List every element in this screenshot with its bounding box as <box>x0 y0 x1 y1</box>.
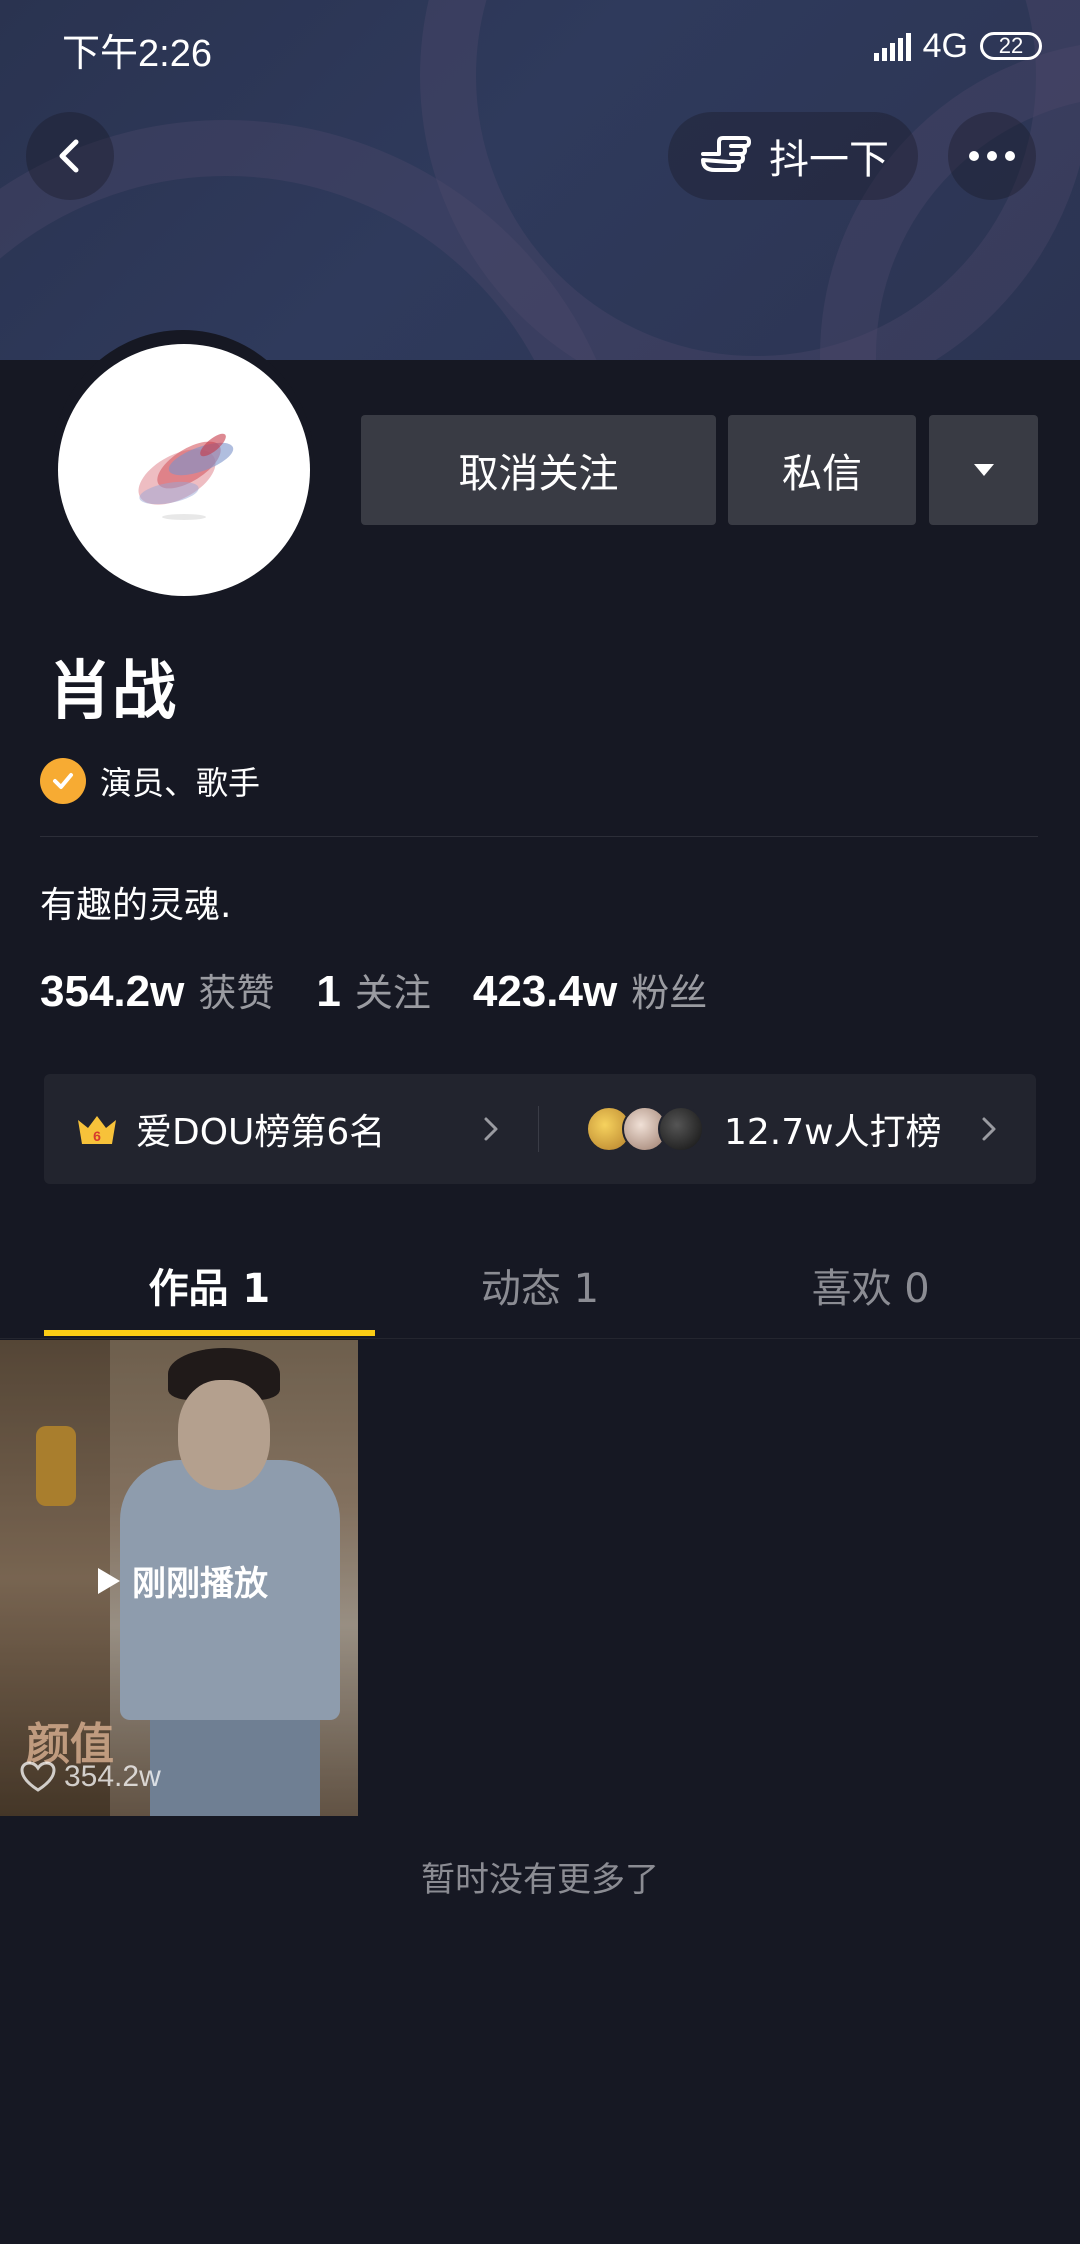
battery-level: 22 <box>998 33 1024 58</box>
message-button[interactable]: 私信 <box>728 415 916 525</box>
crown-icon: 6 <box>78 1116 116 1144</box>
video-likes-count: 354.2w <box>64 1760 161 1793</box>
rank-chevron-icon[interactable] <box>482 1074 500 1184</box>
back-button[interactable] <box>26 112 114 200</box>
following-count[interactable]: 1 <box>316 967 340 1017</box>
supporters-link[interactable]: 12.7w人打榜 <box>586 1074 942 1184</box>
network-type: 4G <box>922 26 968 65</box>
profile-name: 肖战 <box>48 655 176 729</box>
rank-text: 爱DOU榜第6名 <box>136 1112 386 1153</box>
tab-works[interactable]: 作品 1 <box>44 1230 375 1340</box>
unfollow-button[interactable]: 取消关注 <box>361 415 716 525</box>
shake-label: 抖一下 <box>769 137 889 183</box>
avatar[interactable] <box>58 344 310 596</box>
shake-button[interactable]: 抖一下 <box>668 112 918 200</box>
crown-rank-number: 6 <box>93 1128 101 1144</box>
avatar-artwork <box>138 433 234 520</box>
video-likes: 354.2w <box>20 1760 161 1794</box>
tab-moments[interactable]: 动态 1 <box>375 1230 706 1340</box>
no-more-text: 暂时没有更多了 <box>421 1860 659 1900</box>
supporters-text: 12.7w人打榜 <box>724 1112 942 1153</box>
hand-pointer-icon <box>701 136 751 172</box>
profile-page: 下午2:26 4G 22 抖一下 取消关注 私信 肖战 演员、歌手 有趣的灵魂.… <box>0 0 1080 2244</box>
heart-icon <box>20 1761 56 1792</box>
profile-stats: 354.2w 获赞 1 关注 423.4w 粉丝 <box>40 962 749 1017</box>
followers-label[interactable]: 粉丝 <box>631 962 707 1017</box>
followers-count[interactable]: 423.4w <box>473 967 617 1017</box>
triangle-down-icon <box>973 464 994 476</box>
battery-icon: 22 <box>980 32 1042 60</box>
dropdown-button[interactable] <box>929 415 1038 525</box>
unfollow-label: 取消关注 <box>458 451 619 497</box>
supporter-avatar <box>658 1106 704 1152</box>
profile-tabs: 作品 1 动态 1 喜欢 0 <box>44 1230 1036 1340</box>
rank-separator <box>538 1106 539 1152</box>
verified-icon <box>40 758 86 804</box>
rank-link[interactable]: 6 爱DOU榜第6名 <box>76 1074 385 1184</box>
idol-rank-panel: 6 爱DOU榜第6名 12.7w人打榜 <box>44 1074 1036 1184</box>
verification-row: 演员、歌手 <box>40 758 260 804</box>
profile-bio: 有趣的灵魂. <box>40 885 232 926</box>
tab-likes[interactable]: 喜欢 0 <box>705 1230 1036 1340</box>
more-icon <box>969 151 1015 161</box>
supporter-avatars <box>586 1106 704 1152</box>
play-status: 刚刚播放 <box>96 1556 268 1605</box>
more-button[interactable] <box>948 112 1036 200</box>
message-label: 私信 <box>782 451 862 497</box>
status-time: 下午2:26 <box>62 33 212 75</box>
signal-icon <box>873 31 911 61</box>
tabs-divider <box>0 1338 1080 1339</box>
video-thumbnail[interactable]: 刚刚播放 颜值 354.2w <box>0 1340 358 1816</box>
status-bar: 下午2:26 4G 22 <box>0 0 1080 92</box>
likes-label: 获赞 <box>198 971 275 1015</box>
status-indicators: 4G 22 <box>873 26 1042 66</box>
likes-count: 354.2w <box>40 967 185 1016</box>
verification-text: 演员、歌手 <box>100 764 261 802</box>
following-label[interactable]: 关注 <box>355 962 431 1017</box>
back-icon <box>59 139 79 173</box>
play-icon <box>98 1567 120 1594</box>
supporters-chevron-icon[interactable] <box>980 1074 998 1184</box>
play-status-text: 刚刚播放 <box>132 1564 268 1604</box>
divider <box>40 836 1038 837</box>
